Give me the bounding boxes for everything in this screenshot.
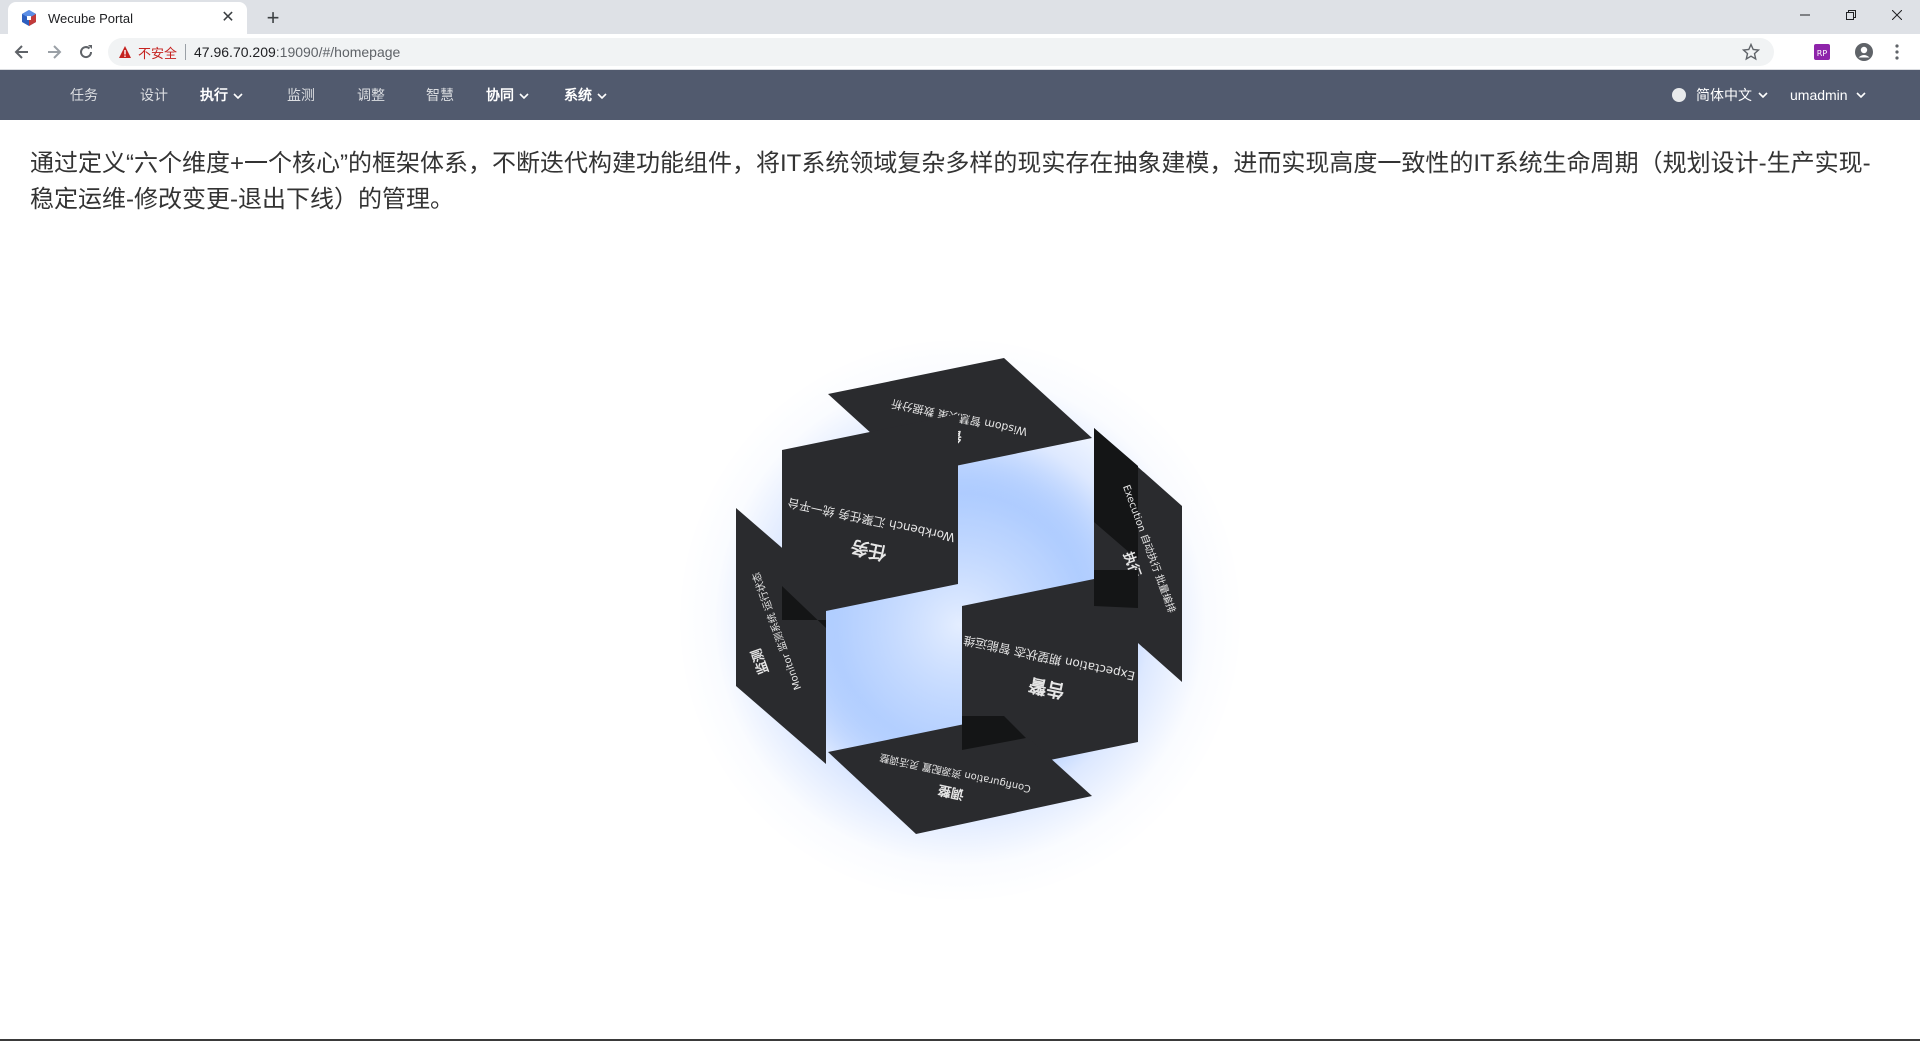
minimize-icon[interactable] <box>1782 0 1828 30</box>
browser-toolbar: 不安全 47.96.70.209:19090/#/homepage RP <box>0 34 1920 70</box>
svg-text:RP: RP <box>1817 49 1828 58</box>
wecube-logo-icon <box>22 10 36 26</box>
cube-illustration: Wisdom 智慧决策 数据分析 智慧 Monitor 监测系统 运行状态 监测… <box>620 310 1300 930</box>
username: umadmin <box>1790 87 1848 103</box>
nav-item-task[interactable]: 任务 <box>70 70 98 120</box>
nav-item-execute[interactable]: 执行 <box>200 70 243 120</box>
tab-close-icon[interactable]: ✕ <box>219 9 237 27</box>
chevron-down-icon <box>1856 92 1866 98</box>
globe-icon <box>1672 88 1686 102</box>
url-host: 47.96.70.209 <box>194 44 276 60</box>
profile-avatar-icon[interactable] <box>1853 41 1875 63</box>
nav-label: 协同 <box>486 87 514 103</box>
address-bar[interactable]: 不安全 47.96.70.209:19090/#/homepage <box>108 38 1774 66</box>
chevron-down-icon <box>597 93 607 100</box>
nav-label: 设计 <box>140 87 168 103</box>
reload-icon[interactable] <box>74 40 98 64</box>
nav-item-collaborate[interactable]: 协同 <box>486 70 529 120</box>
intro-description: 通过定义“六个维度+一个核心”的框架体系，不断迭代构建功能组件，将IT系统领域复… <box>30 150 1871 213</box>
nav-label: 系统 <box>564 87 592 103</box>
warning-triangle-icon <box>119 46 131 58</box>
nav-item-wisdom[interactable]: 智慧 <box>426 70 454 120</box>
chevron-down-icon <box>1758 92 1768 98</box>
extension-icon[interactable]: RP <box>1811 41 1833 63</box>
language-label: 简体中文 <box>1696 87 1752 103</box>
app-navbar: 任务 设计 执行 监测 调整 智慧 协同 系统 简体中文 umadmin <box>0 70 1920 120</box>
chevron-down-icon <box>519 93 529 100</box>
back-arrow-icon[interactable] <box>10 40 34 64</box>
language-selector[interactable]: 简体中文 <box>1672 70 1768 120</box>
nav-item-adjust[interactable]: 调整 <box>357 70 385 120</box>
nav-label: 智慧 <box>426 87 454 103</box>
nav-label: 监测 <box>287 87 315 103</box>
nav-item-monitor[interactable]: 监测 <box>287 70 315 120</box>
new-tab-button[interactable]: + <box>259 5 287 33</box>
nav-label: 任务 <box>70 87 98 103</box>
cube-panel-task[interactable]: Workbench 汇聚任务 统一平台 任务 <box>782 414 958 628</box>
restore-icon[interactable] <box>1828 0 1874 30</box>
cube-panels: Wisdom 智慧决策 数据分析 智慧 Monitor 监测系统 运行状态 监测… <box>736 358 1182 834</box>
tab-title: Wecube Portal <box>48 10 134 26</box>
chevron-down-icon <box>233 93 243 100</box>
forward-arrow-icon[interactable] <box>42 40 66 64</box>
nav-label: 调整 <box>357 87 385 103</box>
url-path: :19090/#/homepage <box>275 44 401 60</box>
browser-tab[interactable]: Wecube Portal ✕ <box>8 2 247 34</box>
user-menu[interactable]: umadmin <box>1790 70 1866 120</box>
browser-tab-strip: Wecube Portal ✕ + <box>0 0 1920 34</box>
window-controls <box>1782 0 1920 30</box>
nav-item-design[interactable]: 设计 <box>140 70 168 120</box>
omnibox-divider <box>185 44 187 60</box>
nav-item-system[interactable]: 系统 <box>564 70 607 120</box>
browser-menu-icon[interactable] <box>1886 41 1908 63</box>
close-window-icon[interactable] <box>1874 0 1920 30</box>
bookmark-star-icon[interactable] <box>1741 42 1761 66</box>
not-secure-label: 不安全 <box>138 45 178 61</box>
nav-label: 执行 <box>200 87 228 103</box>
